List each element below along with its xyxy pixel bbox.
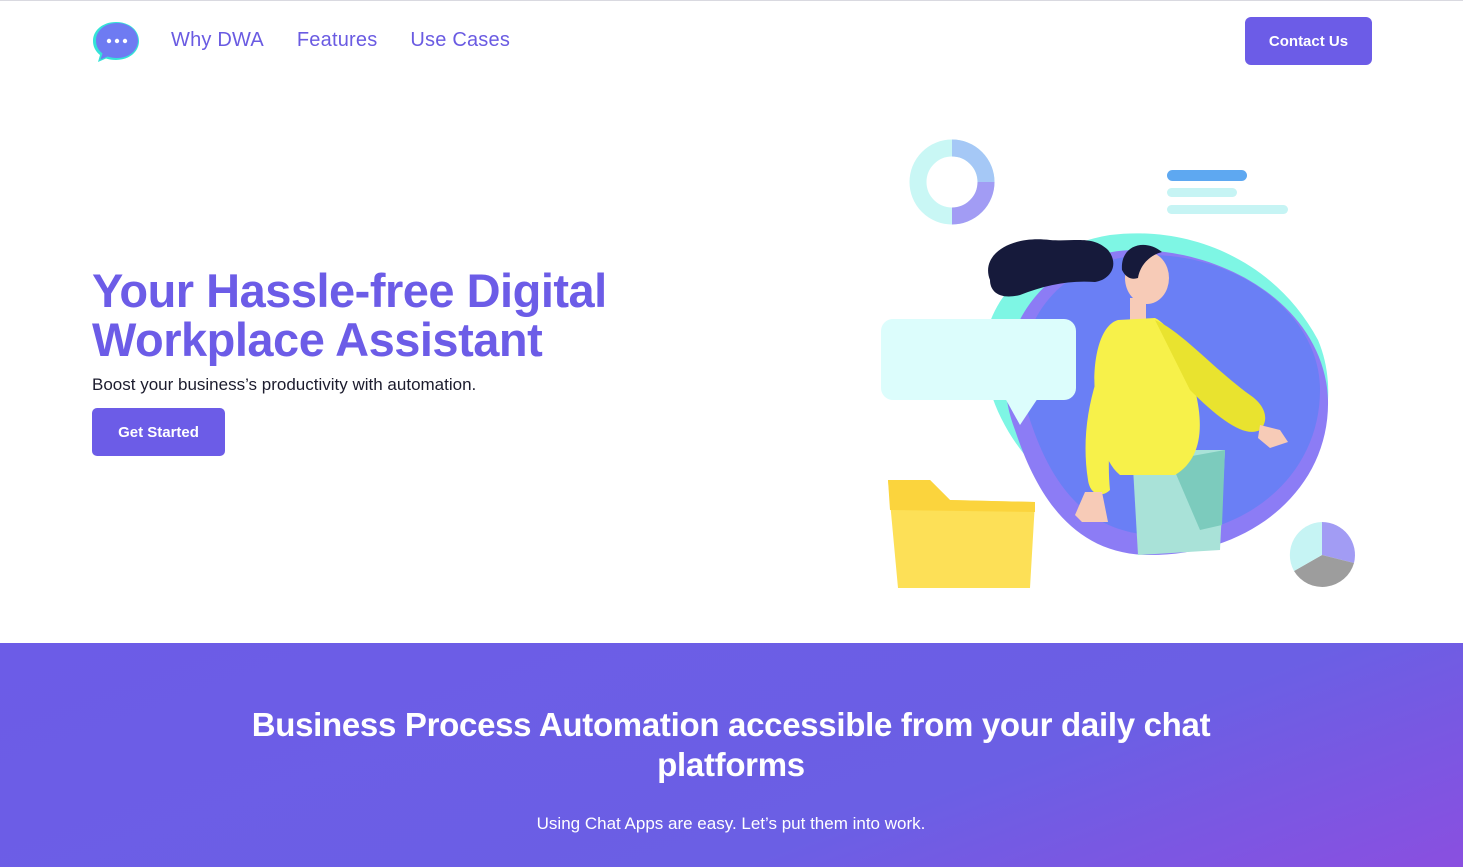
contact-us-button[interactable]: Contact Us (1245, 17, 1372, 65)
text-lines-graphic (1167, 170, 1288, 214)
hero-title: Your Hassle-free Digital Workplace Assis… (92, 264, 607, 366)
chat-bubble-dots-icon[interactable] (92, 20, 140, 64)
pie-chart-graphic (1289, 522, 1355, 587)
main-nav: Why DWA Features Use Cases (171, 29, 510, 52)
band-subtitle: Using Chat Apps are easy. Let’s put them… (536, 814, 926, 833)
folder-graphic (888, 480, 1035, 588)
site-header: Why DWA Features Use Cases Contact Us (0, 1, 1463, 81)
donut-chart-graphic (909, 139, 995, 225)
hero-subtitle: Boost your business’s productivity with … (92, 375, 477, 394)
nav-use-cases[interactable]: Use Cases (410, 29, 510, 52)
band-title: Business Process Automation accessible f… (251, 706, 1211, 783)
hero-illustration (870, 130, 1370, 600)
nav-why-dwa[interactable]: Why DWA (171, 29, 264, 52)
nav-features[interactable]: Features (297, 29, 378, 52)
get-started-button[interactable]: Get Started (92, 408, 225, 456)
